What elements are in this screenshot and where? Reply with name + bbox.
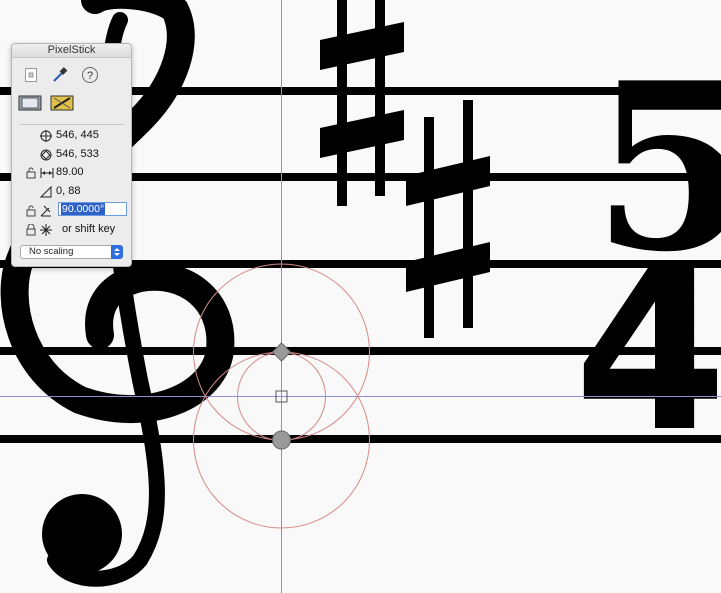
help-button[interactable]: ? bbox=[80, 65, 100, 85]
point2-row: 546, 533 bbox=[12, 147, 133, 163]
angle-field[interactable]: 90.0000° bbox=[58, 202, 127, 216]
palette-divider bbox=[20, 124, 124, 125]
crosshair-circle-icon bbox=[40, 130, 52, 142]
lock-open-icon[interactable] bbox=[26, 205, 36, 217]
time-sig-bottom: 4 bbox=[574, 224, 721, 480]
ruler-guide-icon bbox=[50, 95, 74, 111]
snap-star-icon bbox=[40, 224, 52, 236]
point2-value: 546, 533 bbox=[56, 148, 99, 160]
ruler-guide-button[interactable] bbox=[50, 93, 74, 113]
sharp-2 bbox=[406, 100, 490, 338]
end-point-handle[interactable] bbox=[272, 430, 291, 450]
crosshair-diamond-icon bbox=[40, 149, 52, 161]
point1-value: 546, 445 bbox=[56, 129, 99, 141]
distance-value: 89.00 bbox=[56, 166, 84, 178]
eyedropper-icon bbox=[53, 67, 68, 82]
point1-row: 546, 445 bbox=[12, 128, 133, 144]
lock-document-button[interactable] bbox=[21, 65, 41, 85]
palette-title: PixelStick bbox=[12, 44, 131, 58]
delta-value: 0, 88 bbox=[56, 185, 81, 197]
start-point-handle[interactable] bbox=[271, 342, 292, 362]
distance-row: 89.00 bbox=[12, 165, 133, 181]
scaling-select[interactable]: No scaling bbox=[20, 245, 123, 259]
screenshot-icon bbox=[18, 95, 42, 111]
lock-document-icon bbox=[25, 68, 37, 82]
pixelstick-palette: PixelStick ? 546, 445 546, 533 89.00 0, … bbox=[11, 43, 132, 267]
distance-icon bbox=[40, 168, 54, 178]
scaling-value: No scaling bbox=[29, 246, 74, 257]
shift-row: or shift key bbox=[12, 222, 133, 238]
lock-open-icon[interactable] bbox=[26, 167, 36, 179]
angle-icon bbox=[40, 205, 51, 217]
delta-row: 0, 88 bbox=[12, 184, 133, 200]
help-icon: ? bbox=[82, 67, 98, 83]
select-stepper-icon bbox=[111, 245, 123, 259]
svg-text:?: ? bbox=[87, 70, 93, 82]
shift-hint: or shift key bbox=[62, 223, 116, 235]
angle-value: 90.0000° bbox=[61, 203, 106, 215]
lock-closed-icon[interactable] bbox=[26, 224, 36, 236]
screenshot-button[interactable] bbox=[18, 93, 42, 113]
delta-triangle-icon bbox=[40, 186, 52, 198]
angle-row: 90.0000° bbox=[12, 202, 133, 219]
eyedropper-button[interactable] bbox=[50, 65, 70, 85]
